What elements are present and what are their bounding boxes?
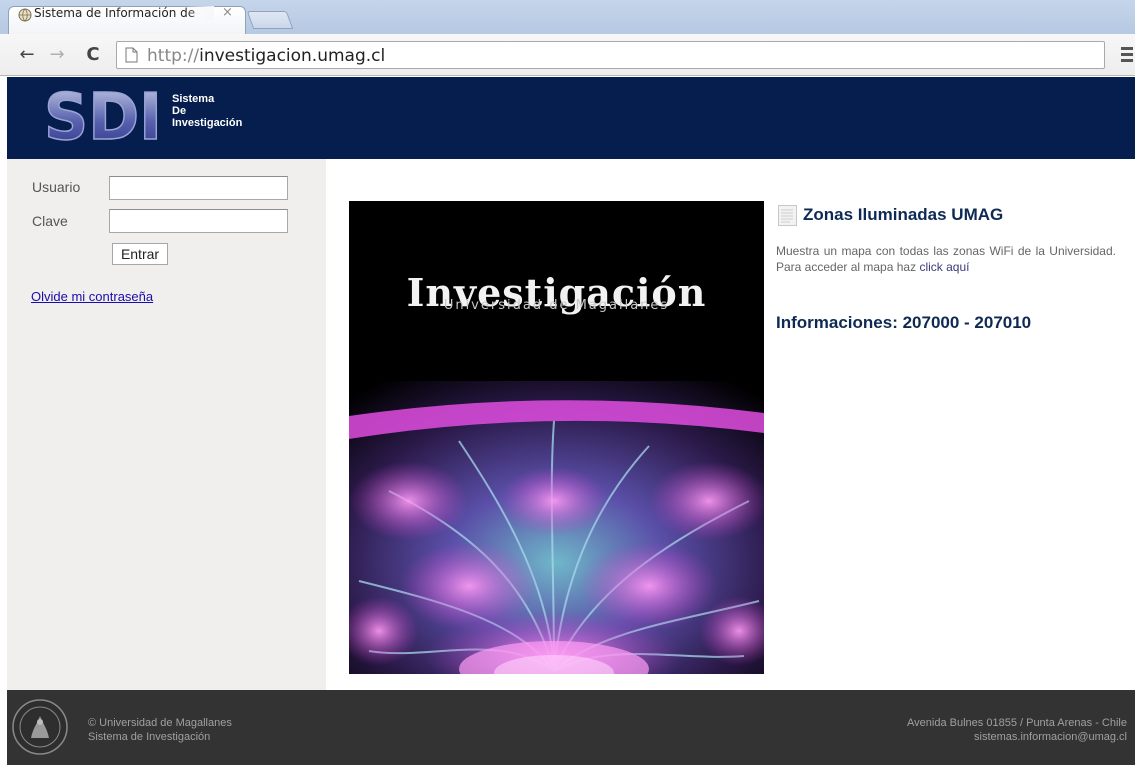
tab-close-icon[interactable]: ×: [222, 5, 233, 20]
university-seal-icon: [12, 699, 68, 755]
password-label: Clave: [32, 213, 68, 229]
browser-toolbar: ← → C http://investigacion.umag.cl: [0, 34, 1135, 76]
browser-tab-title[interactable]: Sistema de Información de: [34, 6, 214, 20]
news-description: Muestra un mapa con todas las zonas WiFi…: [776, 243, 1116, 275]
globe-favicon-icon: [18, 8, 32, 22]
poster-subtitle: Universidad de Magallanes: [443, 298, 670, 313]
document-icon: [778, 205, 797, 226]
url-host: investigacion.umag.cl: [199, 46, 386, 66]
password-input[interactable]: [109, 209, 288, 233]
logo-letters: SDI: [44, 83, 162, 145]
forward-arrow-icon[interactable]: →: [46, 44, 68, 66]
map-link[interactable]: click aquí: [919, 260, 969, 274]
login-button[interactable]: Entrar: [112, 243, 168, 265]
logo-caption: Sistema De Investigación: [172, 93, 242, 129]
browser-tabstrip: Sistema de Información de ×: [0, 0, 1135, 34]
footer-copyright: © Universidad de Magallanes: [88, 717, 232, 729]
site-footer: © Universidad de Magallanes Sistema de I…: [7, 690, 1135, 765]
username-input[interactable]: [109, 176, 288, 200]
news-title[interactable]: Zonas Iluminadas UMAG: [803, 205, 1003, 225]
reload-icon[interactable]: C: [82, 44, 104, 66]
footer-left: © Universidad de Magallanes Sistema de I…: [88, 716, 232, 744]
logo-line-3: Investigación: [172, 117, 243, 129]
footer-address: Avenida Bulnes 01855 / Punta Arenas - Ch…: [907, 717, 1127, 729]
logo-line-1: Sistema: [172, 93, 215, 105]
new-tab-button[interactable]: [246, 11, 294, 29]
back-arrow-icon[interactable]: ←: [16, 44, 38, 66]
address-bar[interactable]: http://investigacion.umag.cl: [116, 41, 1105, 69]
username-label: Usuario: [32, 179, 81, 195]
login-sidebar: Usuario Clave Entrar Olvide mi contraseñ…: [7, 159, 326, 690]
footer-system-name: Sistema de Investigación: [88, 731, 211, 743]
site-header: SDI Sistema De Investigación: [7, 77, 1135, 159]
address-url[interactable]: http://investigacion.umag.cl: [147, 46, 385, 66]
forgot-password-link[interactable]: Olvide mi contraseña: [31, 289, 153, 304]
research-poster-image: Investigación Universidad de Magallanes: [349, 201, 764, 674]
sdi-logo: SDI: [44, 83, 163, 145]
footer-right: Avenida Bulnes 01855 / Punta Arenas - Ch…: [907, 716, 1127, 744]
footer-email: sistemas.informacion@umag.cl: [974, 731, 1127, 743]
url-protocol: http://: [147, 46, 200, 66]
logo-line-2: De: [172, 105, 187, 117]
hamburger-menu-icon[interactable]: [1117, 44, 1135, 66]
info-title: Informaciones: 207000 - 207010: [776, 313, 1032, 332]
page-icon: [125, 47, 138, 63]
